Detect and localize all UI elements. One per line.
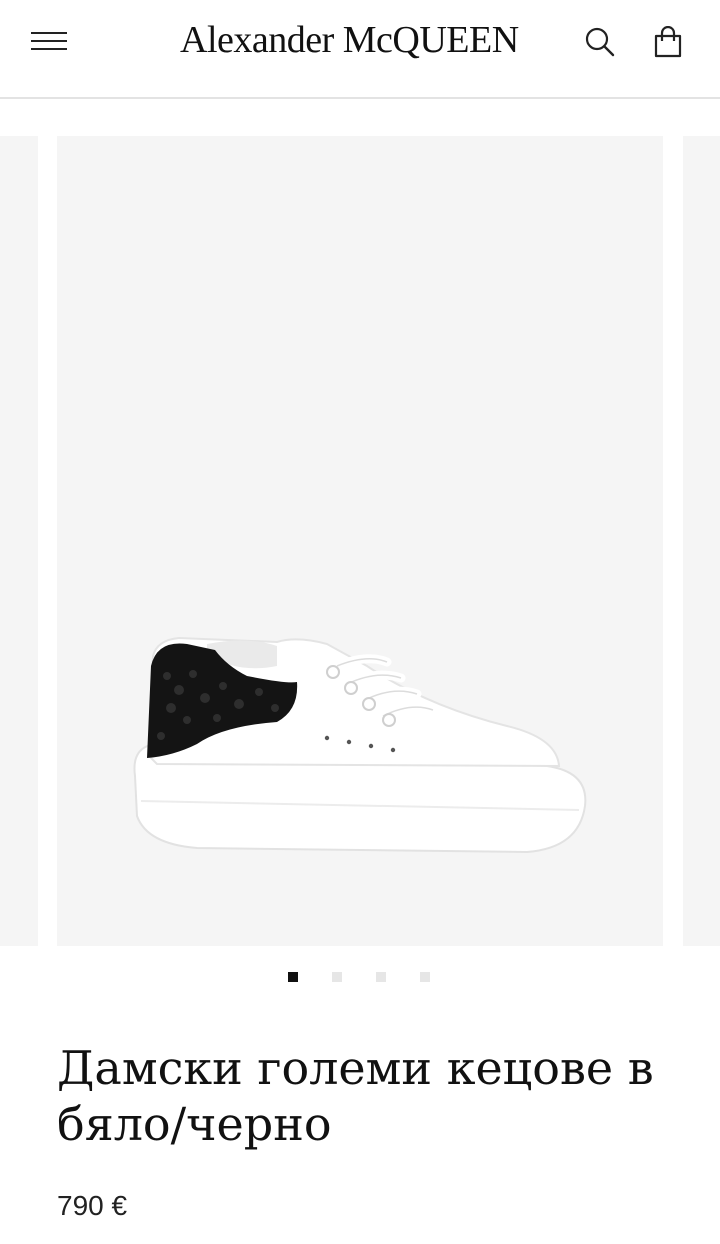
pagination-dot-3[interactable] [376,972,386,982]
search-icon[interactable] [584,26,616,58]
brand-logo[interactable]: Alexander McQUEEN [180,18,519,62]
pagination-dot-2[interactable] [332,972,342,982]
next-slide-image[interactable] [683,136,720,946]
shopping-bag-icon[interactable] [652,26,684,58]
site-header: Alexander McQUEEN [0,0,720,99]
pagination-dot-4[interactable] [420,972,430,982]
hamburger-menu-icon[interactable] [31,30,67,52]
product-image-carousel[interactable] [0,136,720,946]
pagination-dot-1[interactable] [288,972,298,982]
white-sneaker-with-black-crystal-heel-image [133,636,587,854]
product-image[interactable] [57,136,663,946]
product-price: 790 € [57,1190,128,1221]
product-title: Дамски големи кецове в бяло/черно [57,1041,654,1151]
previous-slide-image[interactable] [0,136,38,946]
